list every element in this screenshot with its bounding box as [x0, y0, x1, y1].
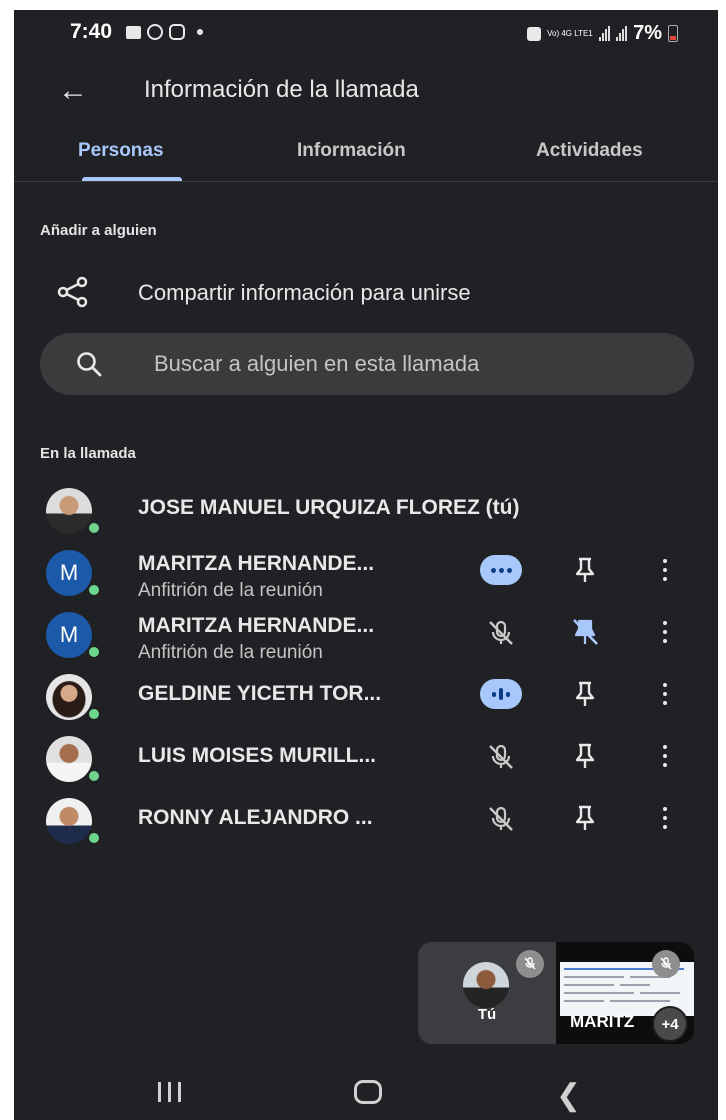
avatar: M [46, 550, 92, 596]
participant-row[interactable]: M MARITZA HERNANDE... Anfitrión de la re… [14, 612, 718, 668]
share-join-info-button[interactable]: Compartir información para unirse [14, 272, 718, 312]
avatar [46, 488, 92, 534]
avatar [46, 674, 92, 720]
avatar [463, 962, 509, 1008]
more-dots-icon [480, 555, 522, 585]
page-title: Información de la llamada [144, 76, 419, 103]
nav-back-icon[interactable]: ❮ [556, 1078, 581, 1113]
dot-icon [197, 29, 203, 35]
participant-name: MARITZA HERNANDE... [138, 614, 375, 637]
mic-off-icon [489, 806, 513, 831]
self-view-tile[interactable]: Tú MARITZ +4 [418, 942, 694, 1044]
participant-name: GELDINE YICETH TOR... [138, 682, 382, 705]
unpin-icon[interactable] [569, 616, 601, 648]
search-bar [40, 333, 694, 395]
pin-icon[interactable] [569, 678, 601, 710]
online-status-icon [87, 769, 101, 783]
more-options-icon[interactable] [660, 556, 670, 584]
audio-activity-button[interactable] [480, 554, 522, 586]
system-icons: Vo) 4G LTE1 7% [527, 22, 678, 45]
share-icon [57, 276, 88, 308]
avatar [46, 736, 92, 782]
participant-row[interactable]: JOSE MANUEL URQUIZA FLOREZ (tú) [14, 488, 718, 544]
pin-icon[interactable] [569, 740, 601, 772]
gallery-icon [126, 25, 141, 39]
pin-icon[interactable] [569, 802, 601, 834]
audio-activity-button[interactable] [480, 678, 522, 710]
phone-screen: 7:40 Vo) 4G LTE1 7% ← Información de la … [14, 10, 718, 1120]
battery-saver-icon [527, 26, 542, 41]
online-status-icon [87, 831, 101, 845]
mic-off-icon [516, 950, 544, 978]
avatar: M [46, 612, 92, 658]
tab-informacion[interactable]: Información [297, 140, 406, 162]
online-status-icon [87, 583, 101, 597]
mic-off-icon [489, 744, 513, 769]
in-call-header: En la llamada [40, 445, 136, 462]
extra-participants-badge: +4 [652, 1006, 688, 1042]
speaking-indicator-icon [480, 679, 522, 709]
app-bar: ← Información de la llamada [14, 66, 718, 114]
participant-name: RONNY ALEJANDRO ... [138, 806, 373, 829]
add-someone-header: Añadir a alguien [40, 222, 157, 239]
self-view: Tú [418, 942, 556, 1044]
more-options-icon[interactable] [660, 680, 670, 708]
battery-icon [668, 25, 678, 42]
presenter-label: MARITZ [570, 1012, 635, 1031]
more-options-icon[interactable] [660, 804, 670, 832]
status-time: 7:40 [70, 20, 113, 43]
status-bar: 7:40 Vo) 4G LTE1 7% [14, 10, 718, 54]
participant-name: JOSE MANUEL URQUIZA FLOREZ (tú) [138, 496, 520, 519]
mic-off-icon [489, 620, 513, 645]
home-icon[interactable] [354, 1080, 382, 1104]
network-label: Vo) 4G LTE1 [547, 29, 593, 38]
search-input[interactable] [154, 333, 674, 395]
self-view-label: Tú [477, 1006, 497, 1023]
online-status-icon [87, 521, 101, 535]
instagram-icon [169, 24, 185, 40]
system-nav-bar: ❮ [14, 1070, 718, 1120]
participant-role: Anfitrión de la reunión [138, 580, 323, 601]
tab-personas[interactable]: Personas [78, 140, 164, 162]
pin-icon[interactable] [569, 554, 601, 586]
mic-off-icon [652, 950, 680, 978]
avatar-initial: M [59, 560, 79, 585]
participant-name: LUIS MOISES MURILL... [138, 744, 377, 767]
signal-icon [599, 26, 628, 41]
online-status-icon [87, 645, 101, 659]
whatsapp-icon [147, 24, 163, 40]
share-join-info-label: Compartir información para unirse [138, 280, 471, 305]
participant-name: MARITZA HERNANDE... [138, 552, 375, 575]
participant-row[interactable]: LUIS MOISES MURILL... [14, 736, 718, 792]
more-options-icon[interactable] [660, 742, 670, 770]
online-status-icon [87, 707, 101, 721]
recent-apps-icon[interactable] [158, 1082, 181, 1102]
participant-row[interactable]: GELDINE YICETH TOR... [14, 674, 718, 730]
notification-icons [126, 24, 203, 40]
participant-role: Anfitrión de la reunión [138, 642, 323, 663]
avatar-initial: M [59, 622, 79, 647]
active-tab-indicator [82, 177, 182, 181]
participant-row[interactable]: M MARITZA HERNANDE... Anfitrión de la re… [14, 550, 718, 606]
tab-bar: Personas Información Actividades [14, 132, 718, 182]
participant-row[interactable]: RONNY ALEJANDRO ... [14, 798, 718, 854]
battery-percent: 7% [633, 22, 662, 44]
avatar [46, 798, 92, 844]
tab-actividades[interactable]: Actividades [536, 140, 643, 162]
back-arrow-icon[interactable]: ← [58, 74, 88, 108]
more-options-icon[interactable] [660, 618, 670, 646]
presentation-view: MARITZ +4 [556, 942, 694, 1044]
search-icon [77, 352, 102, 377]
